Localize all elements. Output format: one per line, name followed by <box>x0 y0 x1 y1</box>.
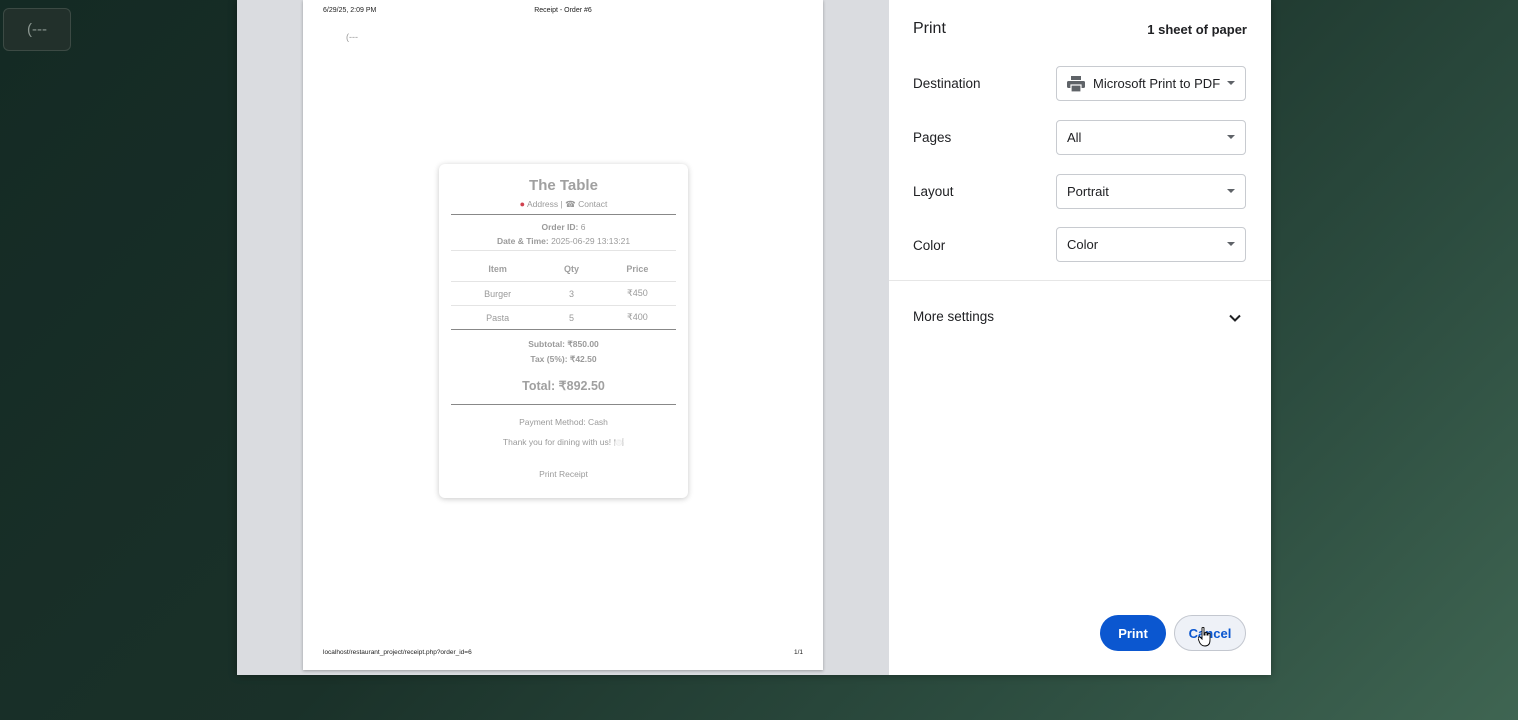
destination-label: Destination <box>913 76 981 91</box>
layout-value: Portrait <box>1067 184 1109 199</box>
chevron-down-icon <box>1227 242 1235 246</box>
printer-icon <box>1067 75 1085 92</box>
hand-cursor-icon <box>1198 627 1211 647</box>
receipt-card: The Table ● Address | ☎ Contact Order ID… <box>439 164 688 498</box>
separator: | <box>560 199 563 209</box>
print-dialog: 6/29/25, 2:09 PM Receipt - Order #6 (---… <box>237 0 1271 675</box>
order-id-value: 6 <box>580 222 586 232</box>
pages-value: All <box>1067 130 1082 145</box>
chevron-down-icon <box>1227 81 1235 85</box>
item-price: ₹400 <box>598 305 676 330</box>
color-label: Color <box>913 238 946 253</box>
column-header-item: Item <box>451 257 545 282</box>
item-name: Burger <box>451 281 545 306</box>
chevron-down-icon[interactable] <box>1227 310 1243 326</box>
order-date-value: 2025-06-29 13:13:21 <box>551 236 631 246</box>
receipt-subtitle: ● Address | ☎ Contact <box>439 199 688 210</box>
receipt-tax: Tax (5%): ₹42.50 <box>530 354 597 364</box>
print-settings-panel: Print 1 sheet of paper Destination Micro… <box>889 0 1271 675</box>
back-button[interactable]: (--- <box>3 8 71 51</box>
print-receipt-link: Print Receipt <box>539 469 588 479</box>
phone-icon: ☎ <box>565 199 576 209</box>
order-date-label: Date & Time: <box>496 236 549 246</box>
print-button[interactable]: Print <box>1100 615 1166 651</box>
pages-label: Pages <box>913 130 952 145</box>
page-footer-url: localhost/restaurant_project/receipt.php… <box>323 649 472 656</box>
print-preview-area: 6/29/25, 2:09 PM Receipt - Order #6 (---… <box>237 0 889 675</box>
receipt-subtotal: Subtotal: ₹850.00 <box>528 339 599 349</box>
page-footer-page-number: 1/1 <box>793 649 803 656</box>
destination-value: Microsoft Print to PDF <box>1093 76 1221 91</box>
divider <box>889 280 1271 281</box>
layout-select[interactable]: Portrait <box>1056 174 1246 209</box>
divider <box>451 214 676 215</box>
item-qty: 5 <box>544 305 599 330</box>
order-id-label: Order ID: <box>541 222 579 232</box>
receipt-title: The Table <box>529 177 598 194</box>
dialog-title: Print <box>913 20 946 37</box>
table-row: Burger 3 ₹450 <box>451 281 676 306</box>
divider <box>451 250 676 251</box>
thank-you-message: Thank you for dining with us! 🍽️ <box>502 437 625 447</box>
pages-select[interactable]: All <box>1056 120 1246 155</box>
sheet-count: 1 sheet of paper <box>1147 22 1247 37</box>
chevron-down-icon <box>1227 189 1235 193</box>
order-id-line: Order ID: 6 <box>439 222 688 232</box>
item-price: ₹450 <box>598 281 676 306</box>
receipt-contact: Contact <box>578 199 608 209</box>
receipt-total: Total: ₹892.50 <box>522 379 605 393</box>
receipt-items-table: Item Qty Price Burger 3 ₹450 Pasta 5 ₹40… <box>451 257 676 330</box>
location-pin-icon: ● <box>519 199 526 209</box>
payment-method: Payment Method: Cash <box>519 417 608 427</box>
table-row: Pasta 5 ₹400 <box>451 305 676 330</box>
page-header-title: Receipt - Order #6 <box>534 7 592 14</box>
chevron-down-icon <box>1227 135 1235 139</box>
receipt-address: Address <box>526 199 559 209</box>
divider <box>451 329 676 330</box>
divider <box>451 404 676 405</box>
item-name: Pasta <box>451 305 545 330</box>
page-back-link: (--- <box>346 32 358 42</box>
column-header-price: Price <box>598 257 676 282</box>
destination-select[interactable]: Microsoft Print to PDF <box>1056 66 1246 101</box>
layout-label: Layout <box>913 184 954 199</box>
column-header-qty: Qty <box>544 257 599 282</box>
order-date-line: Date & Time: 2025-06-29 13:13:21 <box>439 236 688 246</box>
more-settings-toggle[interactable]: More settings <box>913 309 994 324</box>
color-value: Color <box>1067 237 1099 252</box>
item-qty: 3 <box>544 281 599 306</box>
preview-page: 6/29/25, 2:09 PM Receipt - Order #6 (---… <box>303 0 823 670</box>
color-select[interactable]: Color <box>1056 227 1246 262</box>
